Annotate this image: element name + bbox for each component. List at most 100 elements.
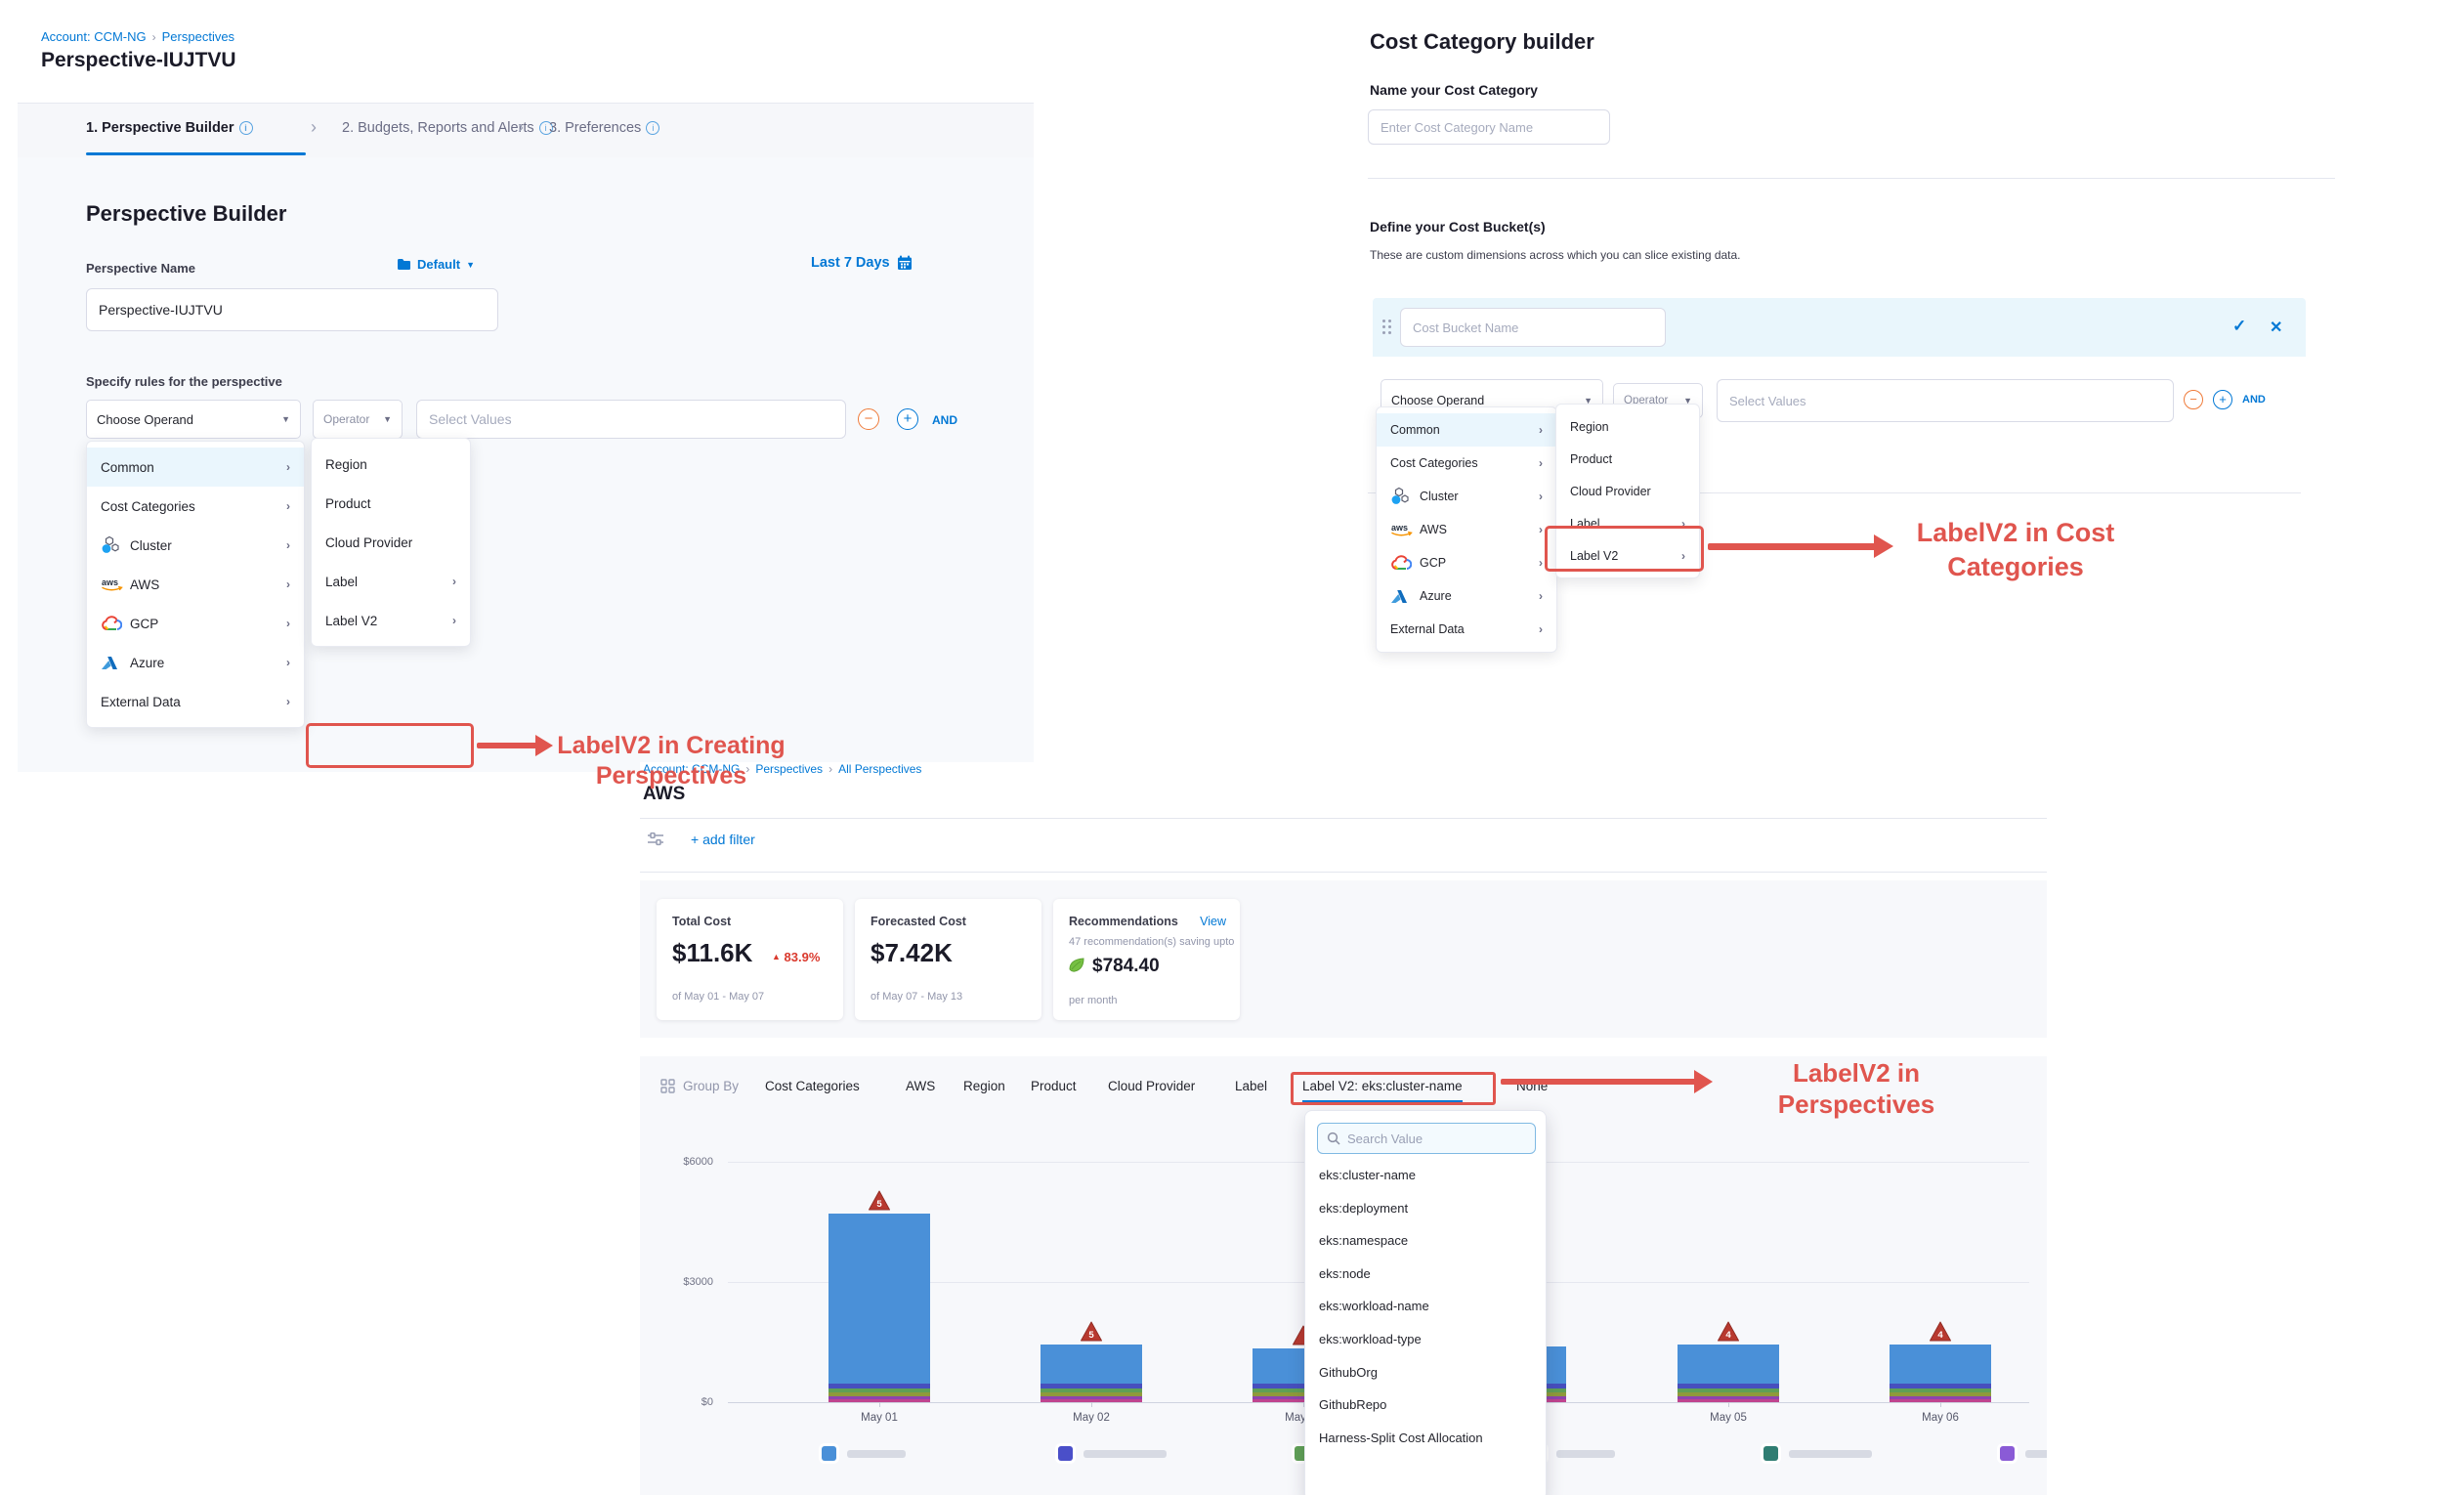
operator-select[interactable]: Operator ▼ [313, 400, 403, 439]
tab-perspective-builder[interactable]: 1. Perspective Builderi [86, 120, 253, 136]
cost-bucket-name-input[interactable]: Cost Bucket Name [1400, 308, 1666, 347]
svg-text:aws: aws [1391, 523, 1408, 533]
menu-item-gcp[interactable]: GCP› [87, 604, 304, 643]
savings-period: per month [1069, 995, 1118, 1006]
menu-item-cluster[interactable]: Cluster› [1377, 480, 1556, 513]
dropdown-item-eks-cluster-name[interactable]: eks:cluster-name [1319, 1168, 1416, 1182]
bucket-remove-rule-button[interactable]: − [2184, 390, 2203, 409]
submenu-item-cloud-provider[interactable]: Cloud Provider [1556, 475, 1699, 507]
submenu-item-label-v2[interactable]: Label V2› [312, 601, 470, 640]
menu-item-cost-categories[interactable]: Cost Categories› [1377, 447, 1556, 480]
dropdown-item-eks-namespace[interactable]: eks:namespace [1319, 1233, 1408, 1248]
bucket-select-values-placeholder: Select Values [1729, 394, 1806, 408]
breadcrumb-perspectives-link[interactable]: Perspectives [162, 29, 234, 44]
menu-item-common[interactable]: Common› [87, 448, 304, 487]
rules-label: Specify rules for the perspective [86, 374, 282, 389]
annotation-creating-perspectives: LabelV2 in Creating Perspectives [539, 731, 803, 791]
anomaly-badge[interactable]: 5 [1080, 1320, 1103, 1343]
submenu-item-region[interactable]: Region [1556, 410, 1699, 443]
dropdown-item-githuborg[interactable]: GithubOrg [1319, 1365, 1378, 1380]
bar-may-02[interactable] [1041, 1345, 1142, 1402]
menu-item-cluster[interactable]: Cluster› [87, 526, 304, 565]
dropdown-item-eks-workload-type[interactable]: eks:workload-type [1319, 1332, 1422, 1346]
folder-selector-label: Default [417, 257, 460, 272]
menu-item-azure[interactable]: Azure› [1377, 579, 1556, 613]
wizard-tabbar: 1. Perspective Builderi›2. Budgets, Repo… [18, 103, 1034, 157]
chevron-right-icon: › [286, 499, 290, 513]
labelv2-tab-highlight-box [1291, 1072, 1496, 1105]
anomaly-badge[interactable]: 5 [868, 1189, 891, 1212]
chevron-right-icon: › [1539, 456, 1543, 470]
chevron-right-icon: › [286, 695, 290, 708]
total-cost-card: Total Cost $11.6K ▲ 83.9% of May 01 - Ma… [657, 899, 843, 1020]
submenu-item-label[interactable]: Label› [312, 562, 470, 601]
search-value-input[interactable]: Search Value [1317, 1123, 1536, 1154]
info-icon: i [646, 121, 659, 135]
drag-handle-icon[interactable] [1382, 320, 1391, 334]
group-by-cloud-provider[interactable]: Cloud Provider [1108, 1079, 1195, 1100]
menu-item-cost-categories[interactable]: Cost Categories› [87, 487, 304, 526]
breadcrumb-account-link[interactable]: Account: CCM-NG [41, 29, 147, 44]
date-range-picker[interactable]: Last 7 Days [811, 255, 913, 271]
bucket-operand-menu: Common›Cost Categories›Cluster›awsAWS›GC… [1376, 406, 1557, 653]
close-icon[interactable]: ✕ [2270, 318, 2282, 337]
svg-text:5: 5 [876, 1199, 882, 1210]
chevron-right-icon: › [1539, 423, 1543, 437]
breadcrumb: Account: CCM-NG›Perspectives [41, 29, 234, 44]
menu-item-common[interactable]: Common› [1377, 413, 1556, 447]
submenu-item-product[interactable]: Product [312, 484, 470, 523]
menu-item-aws[interactable]: awsAWS› [1377, 513, 1556, 546]
bar-may-05[interactable] [1678, 1345, 1779, 1402]
bucket-select-values-input[interactable]: Select Values [1717, 379, 2174, 422]
menu-item-aws[interactable]: awsAWS› [87, 565, 304, 604]
dropdown-item-harness-split-cost-allocation[interactable]: Harness-Split Cost Allocation [1319, 1431, 1483, 1445]
anomaly-badge[interactable]: 4 [1717, 1320, 1740, 1343]
x-axis-tick [1940, 1402, 1941, 1407]
dropdown-item-eks-node[interactable]: eks:node [1319, 1266, 1371, 1281]
remove-rule-button[interactable]: − [858, 408, 879, 430]
group-by-product[interactable]: Product [1031, 1079, 1077, 1100]
group-by-label[interactable]: Label [1235, 1079, 1267, 1100]
anomaly-badge[interactable]: 4 [1929, 1320, 1952, 1343]
add-filter-button[interactable]: + add filter [691, 832, 755, 847]
submenu-item-product[interactable]: Product [1556, 443, 1699, 475]
dropdown-item-eks-workload-name[interactable]: eks:workload-name [1319, 1299, 1429, 1313]
bar-may-06[interactable] [1890, 1345, 1991, 1402]
view-recommendations-link[interactable]: View [1200, 915, 1226, 928]
bucket-choose-operand-label: Choose Operand [1391, 394, 1484, 407]
leaf-icon [1067, 956, 1086, 975]
menu-item-external-data[interactable]: External Data› [87, 682, 304, 721]
cost-category-name-input[interactable]: Enter Cost Category Name [1368, 109, 1610, 145]
select-values-input[interactable]: Select Values [416, 400, 846, 439]
bar-may-01[interactable] [828, 1214, 930, 1402]
choose-operand-select[interactable]: Choose Operand ▼ [86, 400, 301, 439]
cost-buckets-subtitle: These are custom dimensions across which… [1370, 248, 1741, 262]
cost-category-name-placeholder: Enter Cost Category Name [1381, 120, 1533, 135]
chevron-right-icon: › [1539, 556, 1543, 570]
menu-item-external-data[interactable]: External Data› [1377, 613, 1556, 646]
folder-selector[interactable]: Default ▼ [397, 257, 475, 272]
breadcrumb-all-perspectives-link[interactable]: All Perspectives [838, 762, 921, 776]
total-cost-period: of May 01 - May 07 [672, 991, 764, 1003]
check-icon[interactable]: ✓ [2232, 317, 2246, 336]
perspective-name-input[interactable]: Perspective-IUJTVU [86, 288, 498, 331]
menu-item-gcp[interactable]: GCP› [1377, 546, 1556, 579]
x-axis-tick [879, 1402, 880, 1407]
perspective-builder-page: Account: CCM-NG›Perspectives Perspective… [18, 18, 1034, 772]
menu-item-azure[interactable]: Azure› [87, 643, 304, 682]
tab-preferences[interactable]: 3. Preferencesi [549, 120, 659, 136]
add-rule-button[interactable]: + [897, 408, 918, 430]
dropdown-item-githubrepo[interactable]: GithubRepo [1319, 1397, 1386, 1412]
chevron-right-icon: › [286, 577, 290, 591]
svg-text:4: 4 [1937, 1330, 1943, 1341]
group-by-aws[interactable]: AWS [906, 1079, 935, 1100]
group-by-cost-categories[interactable]: Cost Categories [765, 1079, 860, 1100]
date-range-label: Last 7 Days [811, 255, 890, 271]
dropdown-item-eks-deployment[interactable]: eks:deployment [1319, 1201, 1408, 1216]
filter-icon[interactable] [646, 831, 665, 848]
submenu-item-cloud-provider[interactable]: Cloud Provider [312, 523, 470, 562]
group-by-region[interactable]: Region [963, 1079, 1005, 1100]
bucket-add-rule-button[interactable]: + [2213, 390, 2232, 409]
chevron-right-icon: › [311, 117, 317, 138]
submenu-item-region[interactable]: Region [312, 445, 470, 484]
